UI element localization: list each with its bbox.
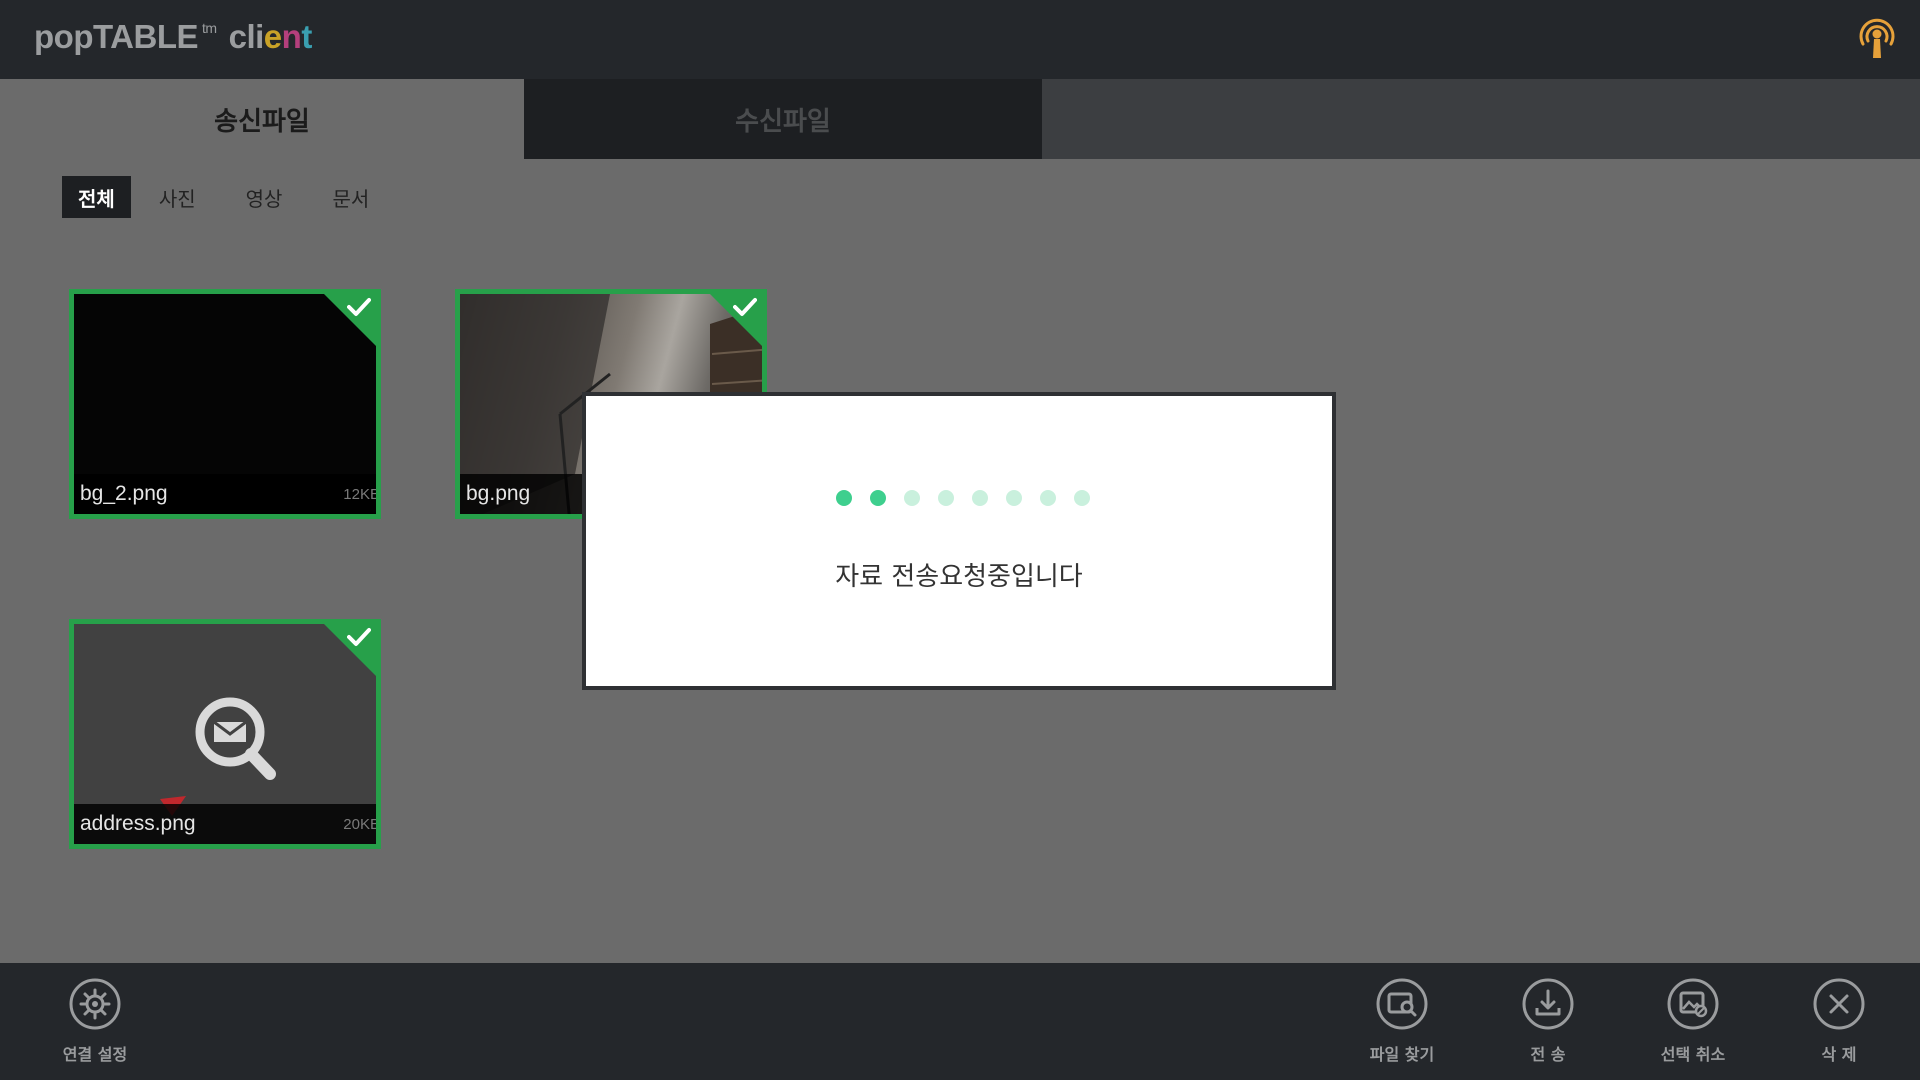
image-deselect-icon: [1667, 978, 1719, 1030]
tab-receive-files[interactable]: 수신파일: [524, 79, 1042, 159]
gear-icon: [69, 978, 121, 1030]
bottom-toolbar: 연결 설정 파일 찾기 전 송 선택 취소 삭 제: [0, 963, 1920, 1080]
app-logo: popTABLE tm client: [34, 18, 312, 62]
logo-letter: c: [228, 18, 247, 55]
logo-client-text: client: [228, 18, 313, 56]
checkmark-icon: [347, 628, 371, 646]
close-icon: [1813, 978, 1865, 1030]
tool-label: 파일 찾기: [1369, 1045, 1435, 1064]
file-caption: bg_2.png 12KB: [74, 474, 376, 514]
loading-dot: [836, 490, 852, 506]
filter-all[interactable]: 전체: [62, 176, 131, 218]
tool-label: 연결 설정: [62, 1045, 128, 1064]
file-type-filters: 전체 사진 영상 문서: [62, 176, 403, 218]
logo-letter: l: [246, 18, 256, 55]
download-icon: [1522, 978, 1574, 1030]
filter-video[interactable]: 영상: [230, 176, 299, 218]
logo-letter: e: [263, 18, 282, 55]
logo-letter: n: [281, 18, 302, 55]
loading-dot: [938, 490, 954, 506]
checkmark-icon: [347, 298, 371, 316]
connection-settings-button[interactable]: 연결 설정: [40, 977, 150, 1073]
find-file-button[interactable]: 파일 찾기: [1347, 977, 1457, 1073]
loading-dot: [904, 490, 920, 506]
app-header: popTABLE tm client: [0, 0, 1920, 79]
file-card[interactable]: bg_2.png 12KB: [69, 289, 381, 519]
file-card[interactable]: address.png 20KB: [69, 619, 381, 849]
logo-main-text: popTABLE: [34, 18, 199, 55]
loading-dot: [1074, 490, 1090, 506]
logo-letter: t: [301, 18, 312, 55]
broadcast-icon[interactable]: [1853, 14, 1901, 62]
tool-label: 삭 제: [1821, 1045, 1857, 1064]
filter-document[interactable]: 문서: [316, 176, 385, 218]
file-search-icon: [1376, 978, 1428, 1030]
file-name: bg.png: [466, 482, 531, 505]
send-button[interactable]: 전 송: [1493, 977, 1603, 1073]
deselect-button[interactable]: 선택 취소: [1638, 977, 1748, 1073]
tab-bar-filler: [1042, 79, 1920, 159]
file-name: address.png: [80, 812, 196, 835]
loading-dot: [1040, 490, 1056, 506]
filter-photo[interactable]: 사진: [143, 176, 212, 218]
loading-dot: [1006, 490, 1022, 506]
file-tabs: 송신파일 수신파일: [0, 79, 1920, 159]
loading-dot: [870, 490, 886, 506]
tab-send-files[interactable]: 송신파일: [0, 79, 524, 159]
checkmark-icon: [733, 298, 757, 316]
file-size: 12KB: [343, 485, 380, 503]
logo-tm-mark: tm: [202, 20, 217, 36]
file-size: 20KB: [343, 815, 380, 833]
loading-dot: [972, 490, 988, 506]
logo-letter: i: [255, 18, 264, 55]
file-name: bg_2.png: [80, 482, 168, 505]
file-caption: address.png 20KB: [74, 804, 376, 844]
dialog-message: 자료 전송요청중입니다: [835, 562, 1083, 592]
tool-label: 전 송: [1530, 1045, 1566, 1064]
tool-label: 선택 취소: [1660, 1045, 1726, 1064]
transfer-request-dialog: 자료 전송요청중입니다: [582, 392, 1336, 690]
loading-indicator: [836, 490, 1108, 506]
delete-button[interactable]: 삭 제: [1784, 977, 1894, 1073]
